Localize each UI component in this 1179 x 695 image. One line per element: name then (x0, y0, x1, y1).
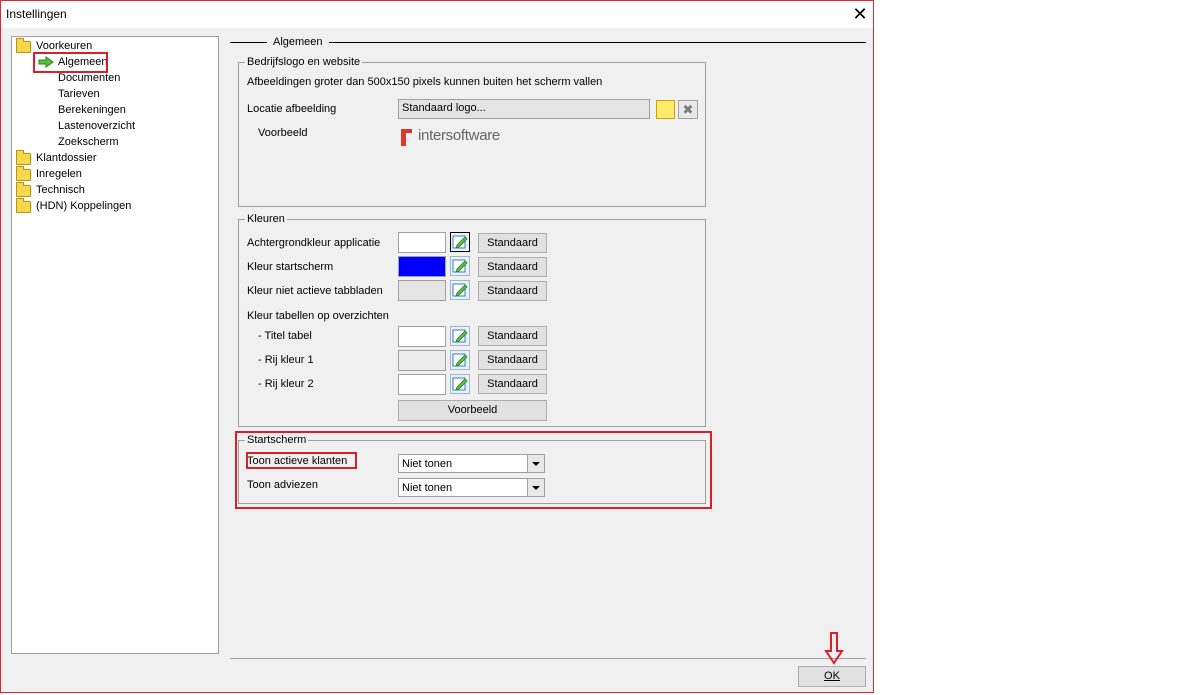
location-label: Locatie afbeelding (247, 103, 337, 115)
color-label-row-2: - Rij kleur 2 (258, 378, 314, 390)
color-label-inactive-tabs: Kleur niet actieve tabbladen (247, 285, 383, 297)
browse-folder-icon[interactable] (656, 100, 675, 119)
clear-image-icon[interactable]: ✖ (678, 100, 698, 119)
edit-color-icon[interactable] (450, 232, 470, 252)
color-swatch-inactive-tabs (398, 280, 446, 301)
tree-item-zoekscherm[interactable]: Zoekscherm (58, 135, 119, 150)
colors-group (238, 219, 706, 427)
show-advices-select[interactable]: Niet tonen (398, 478, 545, 497)
edit-color-icon[interactable] (450, 256, 470, 276)
arrow-down-icon (824, 632, 844, 665)
tree-item-tarieven[interactable]: Tarieven (58, 87, 100, 102)
tree-item-lastenoverzicht[interactable]: Lastenoverzicht (58, 119, 135, 134)
ok-button[interactable]: OK (798, 666, 866, 687)
standaard-button-title-table[interactable]: Standaard (478, 326, 547, 346)
standaard-button-startscreen[interactable]: Standaard (478, 257, 547, 277)
edit-color-icon[interactable] (450, 350, 470, 370)
folder-icon (16, 198, 31, 213)
logo-group-title: Bedrijfslogo en website (245, 56, 363, 68)
close-icon[interactable]: ✕ (847, 3, 873, 25)
standaard-button-background[interactable]: Standaard (478, 233, 547, 253)
intersoftware-logo: intersoftware (398, 126, 508, 148)
location-field[interactable]: Standaard logo... (398, 99, 650, 119)
colors-group-title: Kleuren (245, 213, 287, 225)
settings-tree[interactable]: Voorkeuren Algemeen Documenten Tarieven … (11, 36, 219, 654)
standaard-button-inactive-tabs[interactable]: Standaard (478, 281, 547, 301)
preview-colors-button[interactable]: Voorbeeld (398, 400, 547, 421)
highlight-algemeen (33, 52, 108, 73)
color-swatch-row-1 (398, 350, 446, 371)
table-colors-label: Kleur tabellen op overzichten (247, 310, 389, 322)
settings-window: Instellingen ✕ Voorkeuren Algemeen Docum… (0, 0, 874, 693)
tree-item-berekeningen[interactable]: Berekeningen (58, 103, 126, 118)
show-active-clients-select[interactable]: Niet tonen (398, 454, 545, 473)
chevron-down-icon[interactable] (527, 479, 544, 496)
color-label-startscreen: Kleur startscherm (247, 261, 334, 273)
highlight-active-clients (246, 452, 357, 469)
logo-mark-icon (401, 129, 412, 146)
window-title: Instellingen (6, 7, 67, 21)
section-title: Algemeen (267, 35, 329, 49)
folder-icon (16, 166, 31, 181)
color-label-row-1: - Rij kleur 1 (258, 354, 314, 366)
chevron-down-icon[interactable] (527, 455, 544, 472)
footer-divider (230, 658, 866, 659)
tree-item-documenten[interactable]: Documenten (58, 71, 120, 86)
logo-size-note: Afbeeldingen groter dan 500x150 pixels k… (247, 76, 603, 88)
preview-label: Voorbeeld (258, 127, 308, 139)
color-swatch-title-table (398, 326, 446, 347)
edit-color-icon[interactable] (450, 374, 470, 394)
color-label-background: Achtergrondkleur applicatie (247, 237, 381, 249)
color-swatch-background (398, 232, 446, 253)
folder-icon (16, 38, 31, 53)
standaard-button-row-1[interactable]: Standaard (478, 350, 547, 370)
color-swatch-startscreen (398, 256, 446, 277)
color-swatch-row-2 (398, 374, 446, 395)
edit-color-icon[interactable] (450, 326, 470, 346)
title-bar: Instellingen ✕ (1, 1, 873, 28)
folder-icon (16, 182, 31, 197)
color-label-title-table: - Titel tabel (258, 330, 312, 342)
folder-icon (16, 150, 31, 165)
edit-color-icon[interactable] (450, 280, 470, 300)
standaard-button-row-2[interactable]: Standaard (478, 374, 547, 394)
show-advices-label: Toon adviezen (247, 479, 318, 491)
